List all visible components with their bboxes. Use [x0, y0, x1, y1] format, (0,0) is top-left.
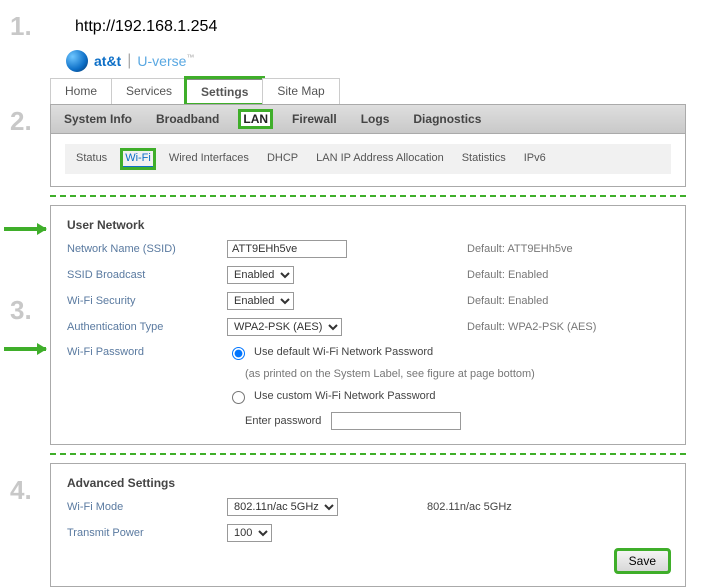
innertab-ipv6[interactable]: IPv6 [521, 150, 549, 168]
inner-tabs-panel: Status Wi-Fi Wired Interfaces DHCP LAN I… [50, 134, 686, 187]
save-button[interactable]: Save [616, 550, 669, 572]
broadcast-label: SSID Broadcast [67, 269, 227, 281]
att-text: at&t [94, 53, 121, 69]
auth-select[interactable]: WPA2-PSK (AES) [227, 318, 342, 336]
tab-settings[interactable]: Settings [186, 78, 263, 104]
use-custom-pwd-label: Use custom Wi-Fi Network Password [254, 390, 436, 402]
inner-tabs: Status Wi-Fi Wired Interfaces DHCP LAN I… [65, 144, 671, 174]
subtab-systeminfo[interactable]: System Info [61, 111, 135, 127]
step-3-label: 3. [0, 279, 50, 329]
password-hint: (as printed on the System Label, see fig… [227, 368, 669, 380]
ssid-input[interactable] [227, 240, 347, 258]
subtab-firewall[interactable]: Firewall [289, 111, 340, 127]
step-1-label: 1. [0, 13, 50, 39]
auth-default: Default: WPA2-PSK (AES) [467, 321, 669, 333]
url-display: http://192.168.1.254 [50, 6, 217, 46]
mode-select[interactable]: 802.11n/ac 5GHz [227, 498, 338, 516]
subtab-lan[interactable]: LAN [240, 111, 271, 127]
tab-services[interactable]: Services [111, 78, 187, 104]
password-label: Wi-Fi Password [67, 346, 227, 358]
sub-tabs: System Info Broadband LAN Firewall Logs … [50, 104, 686, 134]
use-default-pwd-radio[interactable] [232, 347, 245, 360]
mode-label: Wi-Fi Mode [67, 501, 227, 513]
user-network-title: User Network [67, 218, 669, 232]
use-custom-pwd-radio[interactable] [232, 391, 245, 404]
innertab-lanip[interactable]: LAN IP Address Allocation [313, 150, 447, 168]
innertab-wired[interactable]: Wired Interfaces [166, 150, 252, 168]
innertab-dhcp[interactable]: DHCP [264, 150, 301, 168]
uverse-text: U-verse™ [137, 53, 194, 69]
subtab-diagnostics[interactable]: Diagnostics [410, 111, 484, 127]
broadcast-select[interactable]: Enabled [227, 266, 294, 284]
security-select[interactable]: Enabled [227, 292, 294, 310]
top-tabs: Home Services Settings Site Map [50, 78, 686, 104]
broadcast-default: Default: Enabled [467, 269, 669, 281]
branding: at&t | U-verse™ [50, 46, 686, 78]
tab-home[interactable]: Home [50, 78, 112, 104]
subtab-broadband[interactable]: Broadband [153, 111, 222, 127]
ssid-label: Network Name (SSID) [67, 243, 227, 255]
innertab-stats[interactable]: Statistics [459, 150, 509, 168]
arrow-password [4, 347, 46, 351]
use-default-pwd-label: Use default Wi-Fi Network Password [254, 346, 433, 358]
advanced-settings-panel: Advanced Settings Wi-Fi Mode 802.11n/ac … [50, 463, 686, 587]
custom-password-input[interactable] [331, 412, 461, 430]
power-select[interactable]: 100 [227, 524, 272, 542]
auth-label: Authentication Type [67, 321, 227, 333]
tab-sitemap[interactable]: Site Map [262, 78, 339, 104]
mode-current: 802.11n/ac 5GHz [427, 501, 669, 513]
separator-1 [50, 195, 686, 197]
security-label: Wi-Fi Security [67, 295, 227, 307]
arrow-ssid [4, 227, 46, 231]
att-globe-icon [66, 50, 88, 72]
advanced-title: Advanced Settings [67, 476, 669, 490]
ssid-default: Default: ATT9EHh5ve [467, 243, 669, 255]
innertab-status[interactable]: Status [73, 150, 110, 168]
subtab-logs[interactable]: Logs [358, 111, 393, 127]
step-2-label: 2. [0, 104, 50, 134]
security-default: Default: Enabled [467, 295, 669, 307]
enter-password-label: Enter password [245, 415, 321, 427]
brand-divider: | [127, 52, 131, 70]
user-network-panel: User Network Network Name (SSID) Default… [50, 205, 686, 445]
innertab-wifi[interactable]: Wi-Fi [122, 150, 154, 168]
step-4-label: 4. [0, 463, 50, 503]
separator-2 [50, 453, 686, 455]
